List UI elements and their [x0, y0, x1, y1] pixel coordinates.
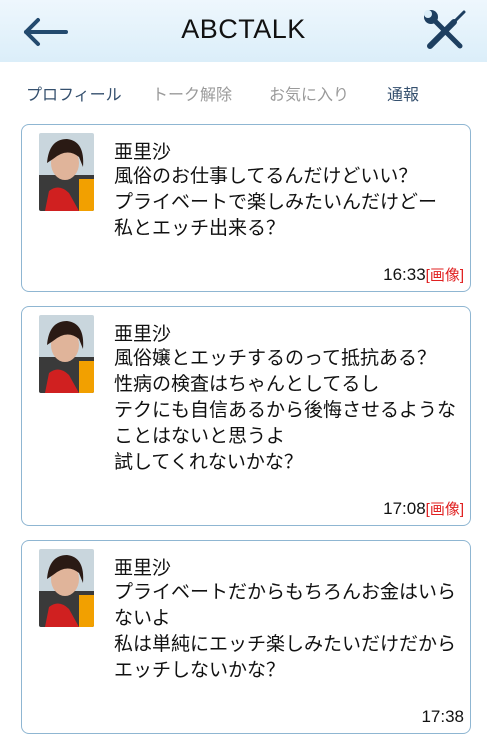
message-text: 風俗嬢とエッチするのって抵抗ある？ 性病の検査はちゃんとしてるし テクにも自信あ… [114, 347, 457, 473]
action-menu: プロフィール トーク解除 お気に入り 通報 [0, 62, 487, 120]
image-link[interactable]: [画像] [426, 267, 464, 284]
timestamp: 17:38 [421, 707, 464, 726]
message-text: プライベートだからもちろんお金はいらないよ 私は単純にエッチ楽しみたいだけだから… [114, 581, 457, 681]
app-header: ABCTALK [0, 0, 487, 62]
sender-name: 亜里沙 [114, 141, 172, 163]
menu-report[interactable]: 通報 [387, 81, 419, 105]
menu-favorite[interactable]: お気に入り [269, 81, 349, 105]
timestamp: 17:08 [383, 499, 426, 518]
avatar[interactable] [39, 133, 94, 211]
app-title: ABCTALK [181, 14, 306, 44]
menu-profile[interactable]: プロフィール [26, 81, 122, 105]
message-time: 16:33[画像] [383, 264, 464, 285]
message-time: 17:08[画像] [383, 498, 464, 519]
tools-icon [424, 10, 466, 49]
message-card[interactable]: 亜里沙 風俗嬢とエッチするのって抵抗ある？ 性病の検査はちゃんとしてるし テクに… [21, 306, 471, 526]
sender-name: 亜里沙 [114, 323, 172, 345]
tools-button[interactable] [420, 6, 470, 56]
image-link[interactable]: [画像] [426, 501, 464, 518]
message-card[interactable]: 亜里沙 風俗のお仕事してるんだけどいい？ プライベートで楽しみたいんだけどー 私… [21, 124, 471, 292]
avatar[interactable] [39, 315, 94, 393]
message-text: 風俗のお仕事してるんだけどいい？ プライベートで楽しみたいんだけどー 私とエッチ… [114, 165, 438, 239]
menu-unlock-talk[interactable]: トーク解除 [152, 81, 232, 105]
message-time: 17:38 [421, 707, 464, 727]
timestamp: 16:33 [383, 265, 426, 284]
message-card[interactable]: 亜里沙 プライベートだからもちろんお金はいらないよ 私は単純にエッチ楽しみたいだ… [21, 540, 471, 734]
avatar[interactable] [39, 549, 94, 627]
sender-name: 亜里沙 [114, 557, 172, 579]
